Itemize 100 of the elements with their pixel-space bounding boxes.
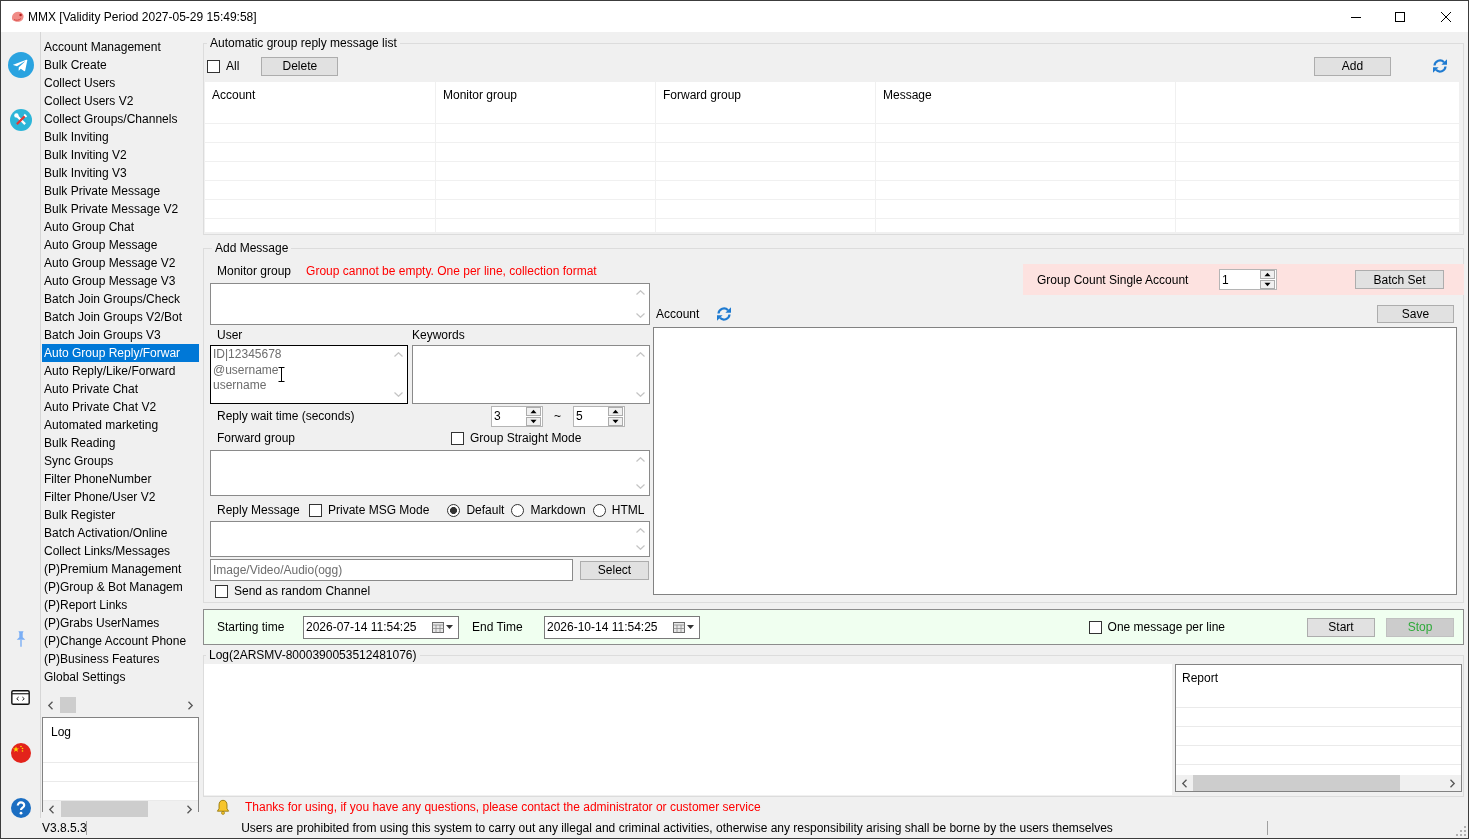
field-label: Starting time [217, 620, 286, 634]
scroll-right-icon[interactable] [187, 700, 194, 710]
spin-down-button[interactable] [1260, 280, 1275, 289]
column-header[interactable]: Message [876, 82, 1176, 123]
nav-item[interactable]: Collect Users V2 [42, 92, 199, 110]
code-window-icon[interactable] [11, 690, 30, 705]
checkbox[interactable] [207, 59, 220, 73]
date-picker[interactable]: 2026-07-14 11:54:25 [303, 615, 459, 639]
column-header[interactable]: Forward group [656, 82, 876, 123]
nav-item[interactable]: (P)Grabs UserNames [42, 614, 199, 632]
nav-item[interactable]: Batch Join Groups V2/Bot [42, 308, 199, 326]
nav-item[interactable]: Batch Join Groups V3 [42, 326, 199, 344]
nav-item[interactable]: Bulk Private Message V2 [42, 200, 199, 218]
nav-item[interactable]: Sync Groups [42, 452, 199, 470]
batch-set-button[interactable]: Batch Set [1355, 270, 1444, 289]
horizontal-scrollbar[interactable] [43, 801, 198, 817]
nav-item[interactable]: Account Management [42, 38, 199, 56]
save-button[interactable]: Save [1377, 305, 1454, 323]
paper-plane-icon[interactable] [7, 52, 34, 78]
help-icon[interactable] [10, 798, 31, 818]
checkbox-label: One message per line [1107, 620, 1225, 634]
add-button[interactable]: Add [1314, 56, 1391, 76]
scrollbar-thumb[interactable] [1193, 775, 1400, 791]
group-title: Automatic group reply message list [209, 36, 398, 50]
spin-up-button[interactable] [608, 406, 623, 416]
radio-button[interactable] [511, 503, 525, 517]
column-header[interactable]: Account [205, 82, 436, 123]
nav-item[interactable]: Collect Users [42, 74, 199, 92]
nav-item[interactable]: Auto Private Chat [42, 380, 199, 398]
dropdown-caret-icon[interactable] [687, 625, 694, 629]
nav-item[interactable]: Batch Activation/Online [42, 524, 199, 542]
number-field[interactable]: 1 [1219, 269, 1277, 290]
nav-item[interactable]: Automated marketing [42, 416, 199, 434]
radio-button[interactable] [592, 503, 606, 517]
scrollbar-thumb[interactable] [60, 697, 76, 713]
nav-item[interactable]: (P)Group & Bot Managem [42, 578, 199, 596]
spin-down-button[interactable] [608, 416, 623, 426]
nav-item[interactable]: Auto Group Message [42, 236, 199, 254]
maximize-icon[interactable] [1395, 11, 1405, 22]
nav-item[interactable]: Bulk Reading [42, 434, 199, 452]
nav-item[interactable]: Filter Phone/User V2 [42, 488, 199, 506]
nav-item[interactable]: (P)Business Features [42, 650, 199, 668]
number-field[interactable]: 5 [573, 405, 625, 427]
scroll-left-icon[interactable] [47, 700, 54, 710]
nav-item[interactable]: (P)Premium Management [42, 560, 199, 578]
dropdown-caret-icon[interactable] [446, 625, 453, 629]
checkbox[interactable] [1088, 620, 1102, 634]
checkbox[interactable] [309, 503, 322, 517]
field-label: Group Count Single Account [1037, 272, 1190, 287]
refresh-icon[interactable] [716, 306, 733, 322]
nav-item[interactable]: Auto Group Chat [42, 218, 199, 236]
nav-item[interactable]: (P)Change Account Phone [42, 632, 199, 650]
nav-item[interactable]: Collect Groups/Channels [42, 110, 199, 128]
checkbox-label: Group Straight Mode [470, 431, 582, 445]
nav-item[interactable]: Bulk Private Message [42, 182, 199, 200]
scroll-right-icon[interactable] [1449, 778, 1456, 788]
nav-item[interactable]: Collect Links/Messages [42, 542, 199, 560]
nav-item[interactable]: Bulk Inviting [42, 128, 199, 146]
select-button[interactable]: Select [580, 560, 649, 580]
nav-item[interactable]: Global Settings [42, 668, 199, 686]
nav-item[interactable]: (P)Report Links [42, 596, 199, 614]
scrollbar-thumb[interactable] [61, 801, 148, 817]
checkbox[interactable] [451, 431, 464, 445]
nav-item[interactable]: Filter PhoneNumber [42, 470, 199, 488]
window-title: MMX [Validity Period 2027-05-29 15:49:58] [28, 9, 257, 24]
spin-up-button[interactable] [526, 406, 541, 416]
flag-icon[interactable] [10, 743, 31, 763]
nav-item[interactable]: Bulk Create [42, 56, 199, 74]
action-button[interactable]: Start [1307, 617, 1375, 637]
nav-item[interactable]: Auto Group Reply/Forwar [42, 344, 199, 362]
media-path-field[interactable]: Image/Video/Audio(ogg) [210, 559, 573, 581]
delete-button[interactable]: Delete [261, 56, 339, 76]
nav-item[interactable]: Batch Join Groups/Check [42, 290, 199, 308]
scroll-left-icon[interactable] [48, 804, 55, 814]
nav-item[interactable]: Bulk Register [42, 506, 199, 524]
scroll-right-icon[interactable] [186, 804, 193, 814]
close-icon[interactable] [1441, 11, 1451, 22]
column-header[interactable]: Monitor group [436, 82, 656, 123]
checkbox[interactable] [215, 584, 228, 598]
nav-item[interactable]: Auto Group Message V2 [42, 254, 199, 272]
horizontal-scrollbar[interactable] [1176, 775, 1461, 791]
nav-item[interactable]: Auto Group Message V3 [42, 272, 199, 290]
nav-item[interactable]: Auto Reply/Like/Forward [42, 362, 199, 380]
app-logo-icon [10, 9, 26, 24]
calendar-icon[interactable] [673, 621, 685, 633]
nav-item[interactable]: Bulk Inviting V3 [42, 164, 199, 182]
number-field[interactable]: 3 [491, 405, 543, 427]
date-picker[interactable]: 2026-10-14 11:54:25 [544, 615, 700, 639]
field-label: End Time [472, 620, 524, 634]
radio-button[interactable] [447, 503, 461, 517]
spin-up-button[interactable] [1260, 270, 1275, 279]
notice-text: Thanks for using, if you have any questions, please contact the administrator or customer service [245, 800, 761, 814]
scroll-left-icon[interactable] [1181, 778, 1188, 788]
calendar-icon[interactable] [432, 621, 444, 633]
nav-item[interactable]: Bulk Inviting V2 [42, 146, 199, 164]
tools-icon[interactable] [9, 109, 32, 131]
nav-item[interactable]: Auto Private Chat V2 [42, 398, 199, 416]
size-grip-icon[interactable] [1456, 826, 1466, 836]
refresh-icon[interactable] [1432, 58, 1448, 74]
spin-down-button[interactable] [526, 416, 541, 426]
